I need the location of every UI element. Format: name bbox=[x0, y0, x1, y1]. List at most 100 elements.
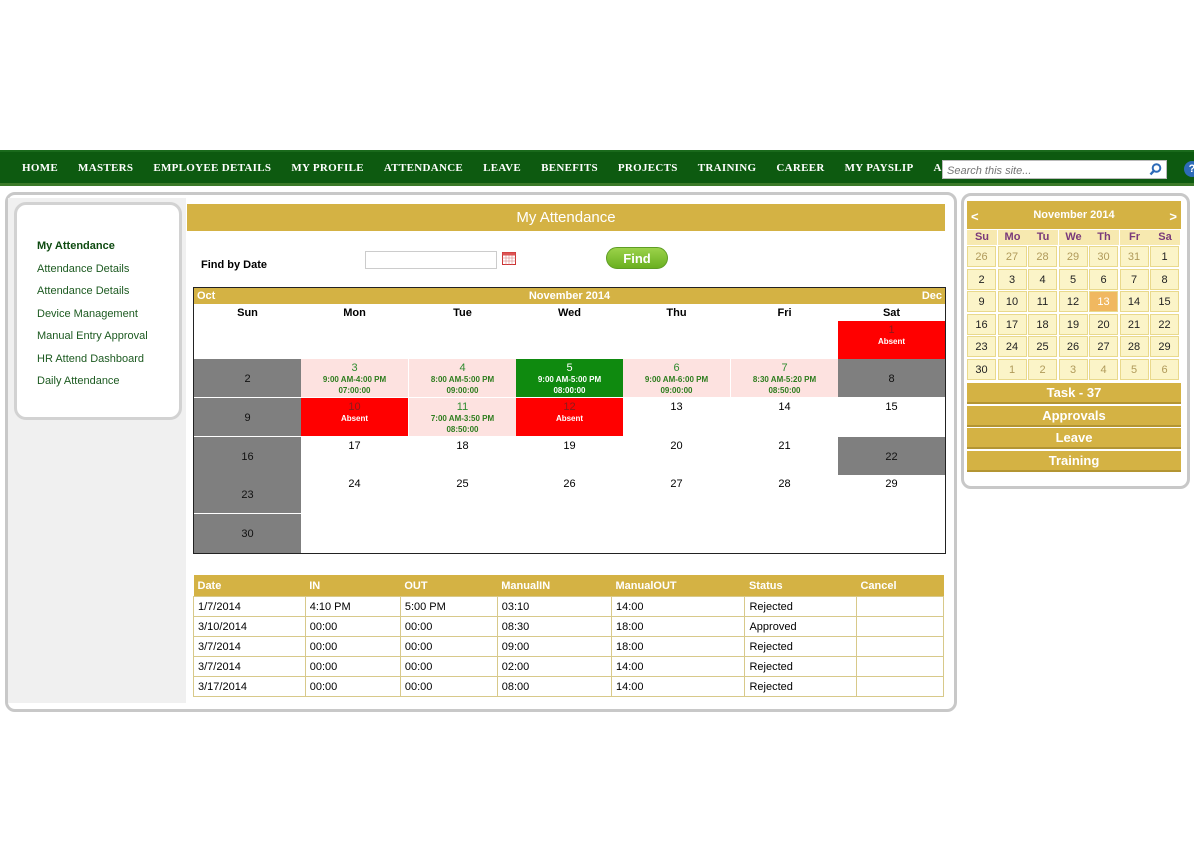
mini-calendar-day[interactable]: 8 bbox=[1150, 268, 1179, 290]
calendar-day-cell[interactable]: 9 bbox=[194, 398, 301, 436]
mini-calendar-day[interactable]: 18 bbox=[1028, 313, 1057, 335]
calendar-day-cell[interactable]: 27 bbox=[623, 475, 730, 513]
mini-calendar-day[interactable]: 7 bbox=[1119, 268, 1149, 290]
table-cell[interactable] bbox=[856, 656, 945, 677]
calendar-day-cell[interactable]: 23 bbox=[194, 475, 301, 513]
calendar-day-cell[interactable]: 28 bbox=[731, 475, 838, 513]
mini-calendar-day[interactable]: 25 bbox=[1028, 336, 1057, 357]
calendar-day-cell[interactable]: 1 Absent bbox=[838, 321, 945, 359]
search-input[interactable] bbox=[943, 162, 1146, 180]
mini-calendar-day[interactable]: 14 bbox=[1119, 291, 1149, 312]
calendar-day-cell[interactable]: 17 bbox=[301, 437, 408, 475]
mini-calendar-day[interactable]: 27 bbox=[997, 246, 1027, 267]
sidebar-item-device-management[interactable]: Device Management bbox=[37, 308, 138, 320]
mini-calendar-day[interactable]: 11 bbox=[1028, 291, 1057, 312]
calendar-day-cell[interactable]: 11 7:00 AM-3:50 PM 08:50:00 bbox=[409, 398, 516, 436]
side-button-task[interactable]: Task - 37 bbox=[967, 383, 1181, 404]
calendar-day-cell[interactable]: 3 9:00 AM-4:00 PM 07:00:00 bbox=[301, 359, 408, 397]
mini-calendar-day[interactable]: 29 bbox=[1058, 246, 1088, 267]
prev-month-link[interactable]: Oct bbox=[197, 290, 215, 302]
calendar-day-cell[interactable]: 26 bbox=[516, 475, 623, 513]
calendar-day-cell[interactable]: 19 bbox=[516, 437, 623, 475]
side-button-training[interactable]: Training bbox=[967, 451, 1181, 472]
nav-item-my-payslip[interactable]: My PaySlip bbox=[845, 162, 914, 174]
mini-calendar-day[interactable]: 9 bbox=[967, 291, 996, 312]
mini-calendar-day[interactable]: 19 bbox=[1058, 313, 1088, 335]
nav-item-masters[interactable]: Masters bbox=[78, 162, 133, 174]
mini-calendar-day[interactable]: 3 bbox=[997, 268, 1027, 290]
mini-calendar-day[interactable]: 27 bbox=[1089, 336, 1118, 357]
nav-item-home[interactable]: Home bbox=[22, 162, 58, 174]
find-date-input[interactable] bbox=[365, 251, 497, 269]
mini-calendar-day[interactable]: 20 bbox=[1089, 313, 1118, 335]
calendar-day-cell[interactable]: 29 bbox=[838, 475, 945, 513]
mini-calendar-day[interactable]: 5 bbox=[1058, 268, 1088, 290]
table-cell[interactable] bbox=[856, 636, 945, 657]
nav-item-career[interactable]: Career bbox=[776, 162, 824, 174]
calendar-day-cell[interactable]: 13 bbox=[623, 398, 730, 436]
mini-calendar-day[interactable]: 5 bbox=[1119, 358, 1149, 380]
help-icon[interactable]: ? bbox=[1184, 161, 1194, 177]
mini-calendar-day[interactable]: 17 bbox=[997, 313, 1027, 335]
mini-calendar-day[interactable]: 15 bbox=[1150, 291, 1179, 312]
mini-calendar-day[interactable]: 30 bbox=[967, 358, 996, 380]
mini-calendar-day[interactable]: 26 bbox=[1058, 336, 1088, 357]
mini-calendar-day[interactable]: 1 bbox=[1150, 246, 1179, 267]
nav-item-leave[interactable]: Leave bbox=[483, 162, 521, 174]
nav-item-attendance[interactable]: Attendance bbox=[384, 162, 463, 174]
mini-calendar-day[interactable]: 24 bbox=[997, 336, 1027, 357]
mini-calendar-day[interactable]: 29 bbox=[1150, 336, 1179, 357]
mini-calendar-next[interactable]: > bbox=[1169, 209, 1177, 224]
mini-calendar-day[interactable]: 13 bbox=[1089, 291, 1118, 312]
sidebar-item-manual-entry-approval[interactable]: Manual Entry Approval bbox=[37, 330, 148, 342]
find-button[interactable]: Find bbox=[606, 247, 668, 269]
calendar-day-cell[interactable]: 21 bbox=[731, 437, 838, 475]
calendar-day-cell[interactable]: 16 bbox=[194, 437, 301, 475]
mini-calendar-day[interactable]: 2 bbox=[1028, 358, 1057, 380]
calendar-day-cell[interactable]: 15 bbox=[838, 398, 945, 436]
table-cell[interactable] bbox=[856, 676, 945, 697]
mini-calendar-day[interactable]: 1 bbox=[997, 358, 1027, 380]
calendar-day-cell[interactable]: 6 9:00 AM-6:00 PM 09:00:00 bbox=[623, 359, 730, 397]
calendar-day-cell[interactable]: 18 bbox=[409, 437, 516, 475]
sidebar-item-hr-attend-dashboard[interactable]: HR Attend Dashboard bbox=[37, 353, 144, 365]
calendar-day-cell[interactable]: 5 9:00 AM-5:00 PM 08:00:00 bbox=[516, 359, 623, 397]
calendar-day-cell[interactable]: 10 Absent bbox=[301, 398, 408, 436]
calendar-day-cell[interactable]: 22 bbox=[838, 437, 945, 475]
mini-calendar-day[interactable]: 3 bbox=[1058, 358, 1088, 380]
mini-calendar-day[interactable]: 6 bbox=[1150, 358, 1179, 380]
nav-item-training[interactable]: Training bbox=[698, 162, 757, 174]
mini-calendar-day[interactable]: 22 bbox=[1150, 313, 1179, 335]
mini-calendar-day[interactable]: 28 bbox=[1028, 246, 1057, 267]
calendar-day-cell[interactable]: 4 8:00 AM-5:00 PM 09:00:00 bbox=[409, 359, 516, 397]
sidebar-item-attendance-details[interactable]: Attendance Details bbox=[37, 263, 129, 275]
mini-calendar-day[interactable]: 23 bbox=[967, 336, 996, 357]
mini-calendar-day[interactable]: 21 bbox=[1119, 313, 1149, 335]
mini-calendar-day[interactable]: 4 bbox=[1089, 358, 1118, 380]
nav-item-projects[interactable]: Projects bbox=[618, 162, 678, 174]
calendar-day-cell[interactable]: 7 8:30 AM-5:20 PM 08:50:00 bbox=[731, 359, 838, 397]
calendar-day-cell[interactable]: 25 bbox=[409, 475, 516, 513]
sidebar-item-my-attendance[interactable]: My Attendance bbox=[37, 240, 115, 252]
mini-calendar-day[interactable]: 4 bbox=[1028, 268, 1057, 290]
calendar-day-cell[interactable]: 24 bbox=[301, 475, 408, 513]
calendar-day-cell[interactable]: 14 bbox=[731, 398, 838, 436]
table-cell[interactable] bbox=[856, 616, 945, 637]
side-button-leave[interactable]: Leave bbox=[967, 428, 1181, 449]
calendar-icon[interactable] bbox=[502, 252, 516, 265]
calendar-day-cell[interactable]: 30 bbox=[194, 514, 301, 553]
mini-calendar-day[interactable]: 26 bbox=[967, 246, 996, 267]
calendar-day-cell[interactable]: 12 Absent bbox=[516, 398, 623, 436]
mini-calendar-day[interactable]: 2 bbox=[967, 268, 996, 290]
calendar-day-cell[interactable]: 2 bbox=[194, 359, 301, 397]
sidebar-item-daily-attendance[interactable]: Daily Attendance bbox=[37, 375, 120, 387]
nav-item-my-profile[interactable]: My Profile bbox=[291, 162, 364, 174]
mini-calendar-prev[interactable]: < bbox=[971, 209, 979, 224]
search-icon[interactable] bbox=[1149, 163, 1162, 176]
mini-calendar-day[interactable]: 10 bbox=[997, 291, 1027, 312]
mini-calendar-day[interactable]: 28 bbox=[1119, 336, 1149, 357]
nav-item-employee-details[interactable]: Employee Details bbox=[153, 162, 271, 174]
mini-calendar-day[interactable]: 12 bbox=[1058, 291, 1088, 312]
calendar-day-cell[interactable]: 8 bbox=[838, 359, 945, 397]
table-cell[interactable] bbox=[856, 596, 945, 617]
